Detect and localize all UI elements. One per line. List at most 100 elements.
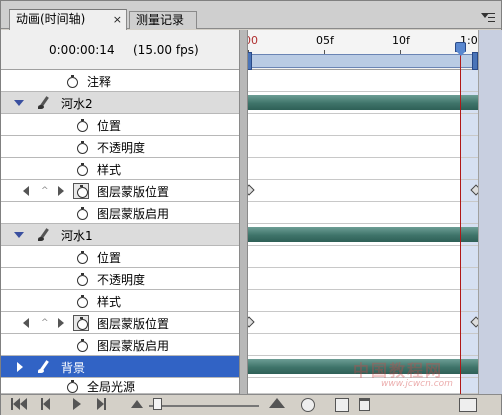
track-property[interactable]	[248, 290, 478, 312]
tab-strip: 动画(时间轴) × 测量记录	[1, 1, 501, 30]
layer-row-group[interactable]: 河水1	[1, 224, 239, 246]
stopwatch-icon[interactable]	[77, 295, 88, 308]
track-property-keyed[interactable]	[248, 312, 478, 334]
property-label: 图层蒙版启用	[97, 207, 170, 221]
stopwatch-icon[interactable]	[77, 207, 88, 220]
layer-duration-bar[interactable]	[248, 227, 478, 242]
current-timecode: 0:00:00:14	[49, 43, 115, 57]
property-row[interactable]: 样式	[1, 158, 239, 180]
next-keyframe-icon[interactable]	[58, 186, 64, 196]
tab-animation-label: 动画(时间轴)	[16, 12, 86, 26]
watermark-url: www.jcwcn.com	[381, 379, 453, 389]
duplicate-icon[interactable]	[335, 398, 349, 412]
stopwatch-icon[interactable]	[77, 339, 88, 352]
zoom-slider-knob[interactable]	[153, 398, 162, 410]
keyframe-diamond-icon[interactable]	[470, 316, 478, 328]
expand-arrow-icon[interactable]	[14, 100, 24, 106]
play-icon[interactable]	[73, 398, 81, 410]
property-row[interactable]: 位置	[1, 246, 239, 268]
track-comment[interactable]	[248, 70, 478, 92]
brush-icon	[37, 228, 51, 242]
track-property-keyed[interactable]	[248, 180, 478, 202]
layer-row-group[interactable]: 河水2	[1, 92, 239, 114]
work-area-start-handle[interactable]	[248, 52, 252, 70]
layer-label: 全局光源	[87, 380, 136, 394]
time-ruler[interactable]: 00 05f 10f 1:0	[248, 30, 478, 70]
next-frame-icon[interactable]	[97, 398, 106, 412]
track-property[interactable]	[248, 334, 478, 356]
layer-row-global-light[interactable]: 全局光源	[1, 378, 239, 394]
layer-label: 河水1	[61, 229, 93, 243]
property-row-keyed[interactable]: ^ 图层蒙版位置	[1, 180, 239, 202]
playhead-handle[interactable]	[455, 42, 466, 56]
tab-animation-timeline[interactable]: 动画(时间轴) ×	[9, 9, 127, 30]
add-keyframe-icon[interactable]: ^	[41, 318, 49, 328]
stopwatch-icon[interactable]	[73, 315, 89, 331]
layer-duration-bar[interactable]	[248, 95, 478, 110]
track-property[interactable]	[248, 114, 478, 136]
stopwatch-icon[interactable]	[77, 163, 88, 176]
tween-icon[interactable]	[301, 398, 315, 412]
layer-row-selected[interactable]: 背景	[1, 356, 239, 378]
add-keyframe-icon[interactable]: ^	[41, 186, 49, 196]
prev-frame-icon[interactable]	[41, 398, 50, 412]
keyframe-diamond-icon[interactable]	[470, 184, 478, 196]
keyframe-diamond-icon[interactable]	[248, 184, 255, 196]
time-header: 0:00:00:14 (15.00 fps)	[1, 30, 239, 70]
zoom-slider-track[interactable]	[149, 405, 259, 407]
stopwatch-icon[interactable]	[77, 273, 88, 286]
first-frame-icon[interactable]	[11, 398, 27, 412]
playhead-line	[460, 50, 461, 394]
work-area-bar[interactable]	[248, 54, 476, 68]
property-label: 图层蒙版启用	[97, 339, 170, 353]
ruler-label: 05f	[316, 34, 334, 47]
track-property[interactable]	[248, 158, 478, 180]
property-row[interactable]: 样式	[1, 290, 239, 312]
timeline-area[interactable]: 00 05f 10f 1:0	[248, 30, 478, 394]
vertical-scrollbar[interactable]	[478, 30, 502, 394]
property-row[interactable]: 位置	[1, 114, 239, 136]
property-row[interactable]: 图层蒙版启用	[1, 202, 239, 224]
property-row[interactable]: 不透明度	[1, 136, 239, 158]
stopwatch-icon[interactable]	[67, 380, 78, 393]
property-label: 样式	[97, 163, 122, 177]
track-property[interactable]	[248, 268, 478, 290]
bottom-toolbar	[1, 394, 501, 415]
track-group[interactable]	[248, 224, 478, 246]
tab-measurement-log[interactable]: 测量记录	[129, 11, 197, 29]
layer-label: 注释	[87, 75, 112, 89]
scroll-gutter[interactable]	[479, 30, 502, 394]
track-group[interactable]	[248, 92, 478, 114]
keyframe-diamond-icon[interactable]	[248, 316, 255, 328]
trash-icon[interactable]	[359, 398, 370, 411]
stopwatch-icon[interactable]	[73, 183, 89, 199]
zoom-out-icon[interactable]	[131, 400, 143, 408]
property-label: 样式	[97, 295, 122, 309]
track-property[interactable]	[248, 246, 478, 268]
property-row[interactable]: 图层蒙版启用	[1, 334, 239, 356]
stopwatch-icon[interactable]	[77, 251, 88, 264]
property-row-keyed[interactable]: ^ 图层蒙版位置	[1, 312, 239, 334]
property-row[interactable]: 不透明度	[1, 268, 239, 290]
track-property[interactable]	[248, 202, 478, 224]
prev-keyframe-icon[interactable]	[23, 186, 29, 196]
stopwatch-icon[interactable]	[67, 75, 78, 88]
close-icon[interactable]: ×	[113, 10, 122, 29]
convert-icon[interactable]	[459, 398, 477, 412]
property-label: 不透明度	[97, 273, 146, 287]
property-label: 图层蒙版位置	[97, 317, 170, 331]
ruler-label: 00	[248, 34, 258, 47]
stopwatch-icon[interactable]	[77, 119, 88, 132]
expand-arrow-icon[interactable]	[14, 232, 24, 238]
panel-menu-icon[interactable]	[481, 13, 495, 25]
next-keyframe-icon[interactable]	[58, 318, 64, 328]
zoom-in-icon[interactable]	[269, 398, 285, 408]
stopwatch-icon[interactable]	[77, 141, 88, 154]
track-property[interactable]	[248, 136, 478, 158]
property-label: 图层蒙版位置	[97, 185, 170, 199]
layer-row-comment[interactable]: 注释	[1, 70, 239, 92]
prev-keyframe-icon[interactable]	[23, 318, 29, 328]
expand-arrow-icon[interactable]	[17, 362, 23, 372]
watermark-text: 中国教程网	[353, 361, 444, 380]
panel-splitter[interactable]	[239, 30, 248, 394]
